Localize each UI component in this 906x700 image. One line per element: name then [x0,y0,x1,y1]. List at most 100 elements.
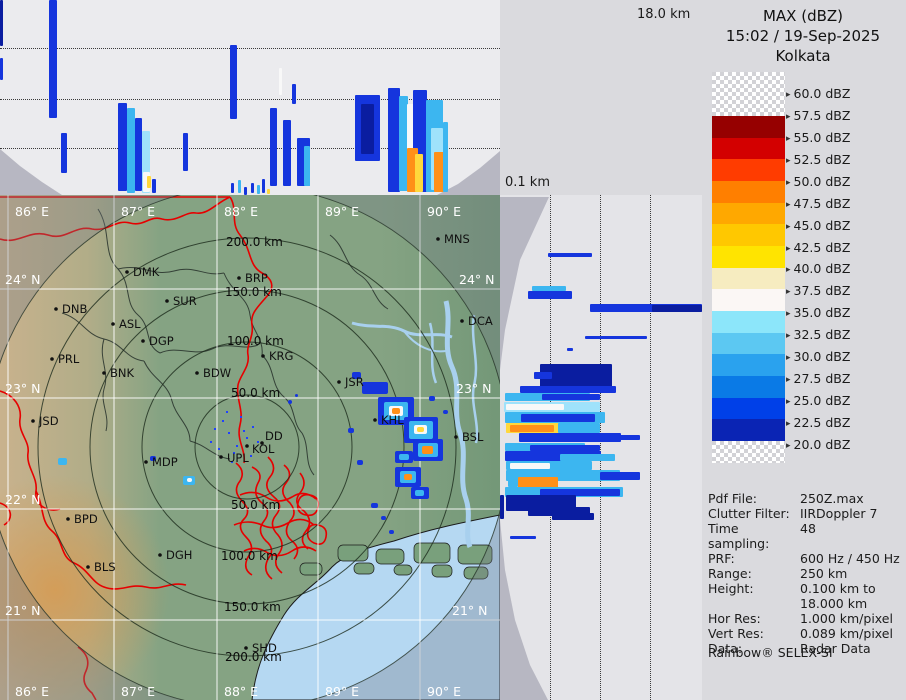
precipitation-echo [415,490,424,496]
range-ring-label: 100.0 km [227,334,284,348]
city-dot [125,270,129,274]
city-dot [141,339,145,343]
delta-island [375,548,405,565]
city-dot [158,553,162,557]
range-ring-label: 200.0 km [226,235,283,249]
precipitation-echo [417,427,424,432]
scale-tick-label: ▸ 60.0 dBZ [786,86,851,101]
scale-tick-arrow-icon: ▸ [786,90,791,100]
metadata-row: Pdf File: 250Z.max [708,491,904,506]
precipitation-echo [381,516,386,520]
city-dot [54,307,58,311]
delta-island [337,544,369,562]
city-label: BPD [74,512,98,526]
city-dot [460,319,464,323]
city-dot [50,357,54,361]
city-label: DGP [149,334,174,348]
scale-tick-arrow-icon: ▸ [786,309,791,320]
city-label: BRP [245,271,268,285]
scale-tick-label: ▸ 52.5 dBZ [786,151,851,167]
range-ring-label: 150.0 km [225,285,282,299]
height-gridline [0,48,500,49]
longitude-label: 90° E [427,684,461,699]
longitude-label: 88° E [224,684,258,699]
city-dot [102,371,106,375]
scale-tick-arrow-icon: ▸ [786,199,791,210]
delta-island [393,564,413,576]
metadata-label: Clutter Filter: [708,506,790,521]
delta-island [413,542,451,564]
height-gridline [550,195,551,700]
city-dot [237,276,241,280]
metadata-row: Hor Res: 1.000 km/pixel [708,611,904,626]
city-label: KOL [252,442,275,456]
city-label: PRL [58,352,80,366]
longitude-label: 89° E [325,204,359,219]
vertical-profile-side-panel [500,195,702,700]
city-label: MDP [152,455,178,469]
scale-tick-arrow-icon: ▸ [786,397,791,408]
precipitation-echo [429,396,435,401]
city-dot [261,354,265,358]
precipitation-echo [187,478,192,482]
precipitation-echo [399,454,409,460]
city-dot [219,455,223,459]
metadata-value: 250 km [800,566,848,581]
metadata-label: Pdf File: [708,491,757,506]
precipitation-echo [443,410,448,414]
metadata-label: Hor Res: [708,611,761,626]
metadata-label: Height: [708,581,754,596]
precipitation-echo [389,530,394,534]
vertical-profile-top-panel [0,0,500,195]
metadata-value: 250Z.max [800,491,864,506]
range-ring-label: 50.0 km [231,386,280,400]
metadata-row: Time sampling: 48 [708,521,904,551]
delta-island [353,562,375,575]
scale-tick-label: ▸ 20.0 dBZ [786,436,851,452]
metadata-value: 48 [800,521,816,536]
metadata-label: Range: [708,566,752,581]
metadata-row: Clutter Filter: IIRDoppler 7 [708,506,904,521]
city-label: DD [265,429,283,443]
longitude-label: 86° E [15,684,49,699]
precipitation-echo [404,474,412,480]
city-label: KRG [269,349,293,363]
latitude-label: 22° N [5,492,40,507]
scale-tick-label: ▸ 37.5 dBZ [786,283,851,299]
scale-tick-label: ▸ 47.5 dBZ [786,195,851,211]
city-label: JSD [38,414,59,428]
precipitation-echo [371,503,378,508]
precipitation-echo [422,446,433,454]
city-label: BNK [110,366,134,380]
scale-tick-label: ▸ 35.0 dBZ [786,305,851,321]
city-dot [337,380,341,384]
metadata-value: 0.100 km to [800,581,876,596]
clutter-speck [243,430,245,432]
metadata-value: IIRDoppler 7 [800,506,878,521]
scale-tick-arrow-icon: ▸ [786,440,791,451]
clutter-speck [218,448,220,450]
scale-tick-arrow-icon: ▸ [786,375,791,386]
height-gridline [600,195,601,700]
range-ring-label: 150.0 km [224,600,281,614]
city-dot [31,419,35,423]
radar-map: 200.0 km 150.0 km 100.0 km 50.0 km 50.0 km 10… [0,195,500,700]
scale-tick-arrow-icon: ▸ [786,418,791,429]
scale-tick-label: ▸ 32.5 dBZ [786,327,851,343]
clutter-speck [214,428,216,430]
metadata-label: Time sampling: [708,521,770,551]
range-ring-label: 100.0 km [221,549,278,563]
city-dot [454,435,458,439]
longitude-label: 86° E [15,204,49,219]
metadata-value: 1.000 km/pixel [800,611,893,626]
range-ring-label: 50.0 km [231,498,280,512]
latitude-label: 23° N [5,381,40,396]
city-label: DNB [62,302,87,316]
metadata-label [708,596,800,611]
longitude-label: 87° E [121,684,155,699]
clutter-speck [210,441,212,443]
scale-tick-arrow-icon: ▸ [786,331,791,342]
scale-tick-arrow-icon: ▸ [786,265,791,276]
metadata-label: Vert Res: [708,626,764,641]
height-gridline [0,148,500,149]
